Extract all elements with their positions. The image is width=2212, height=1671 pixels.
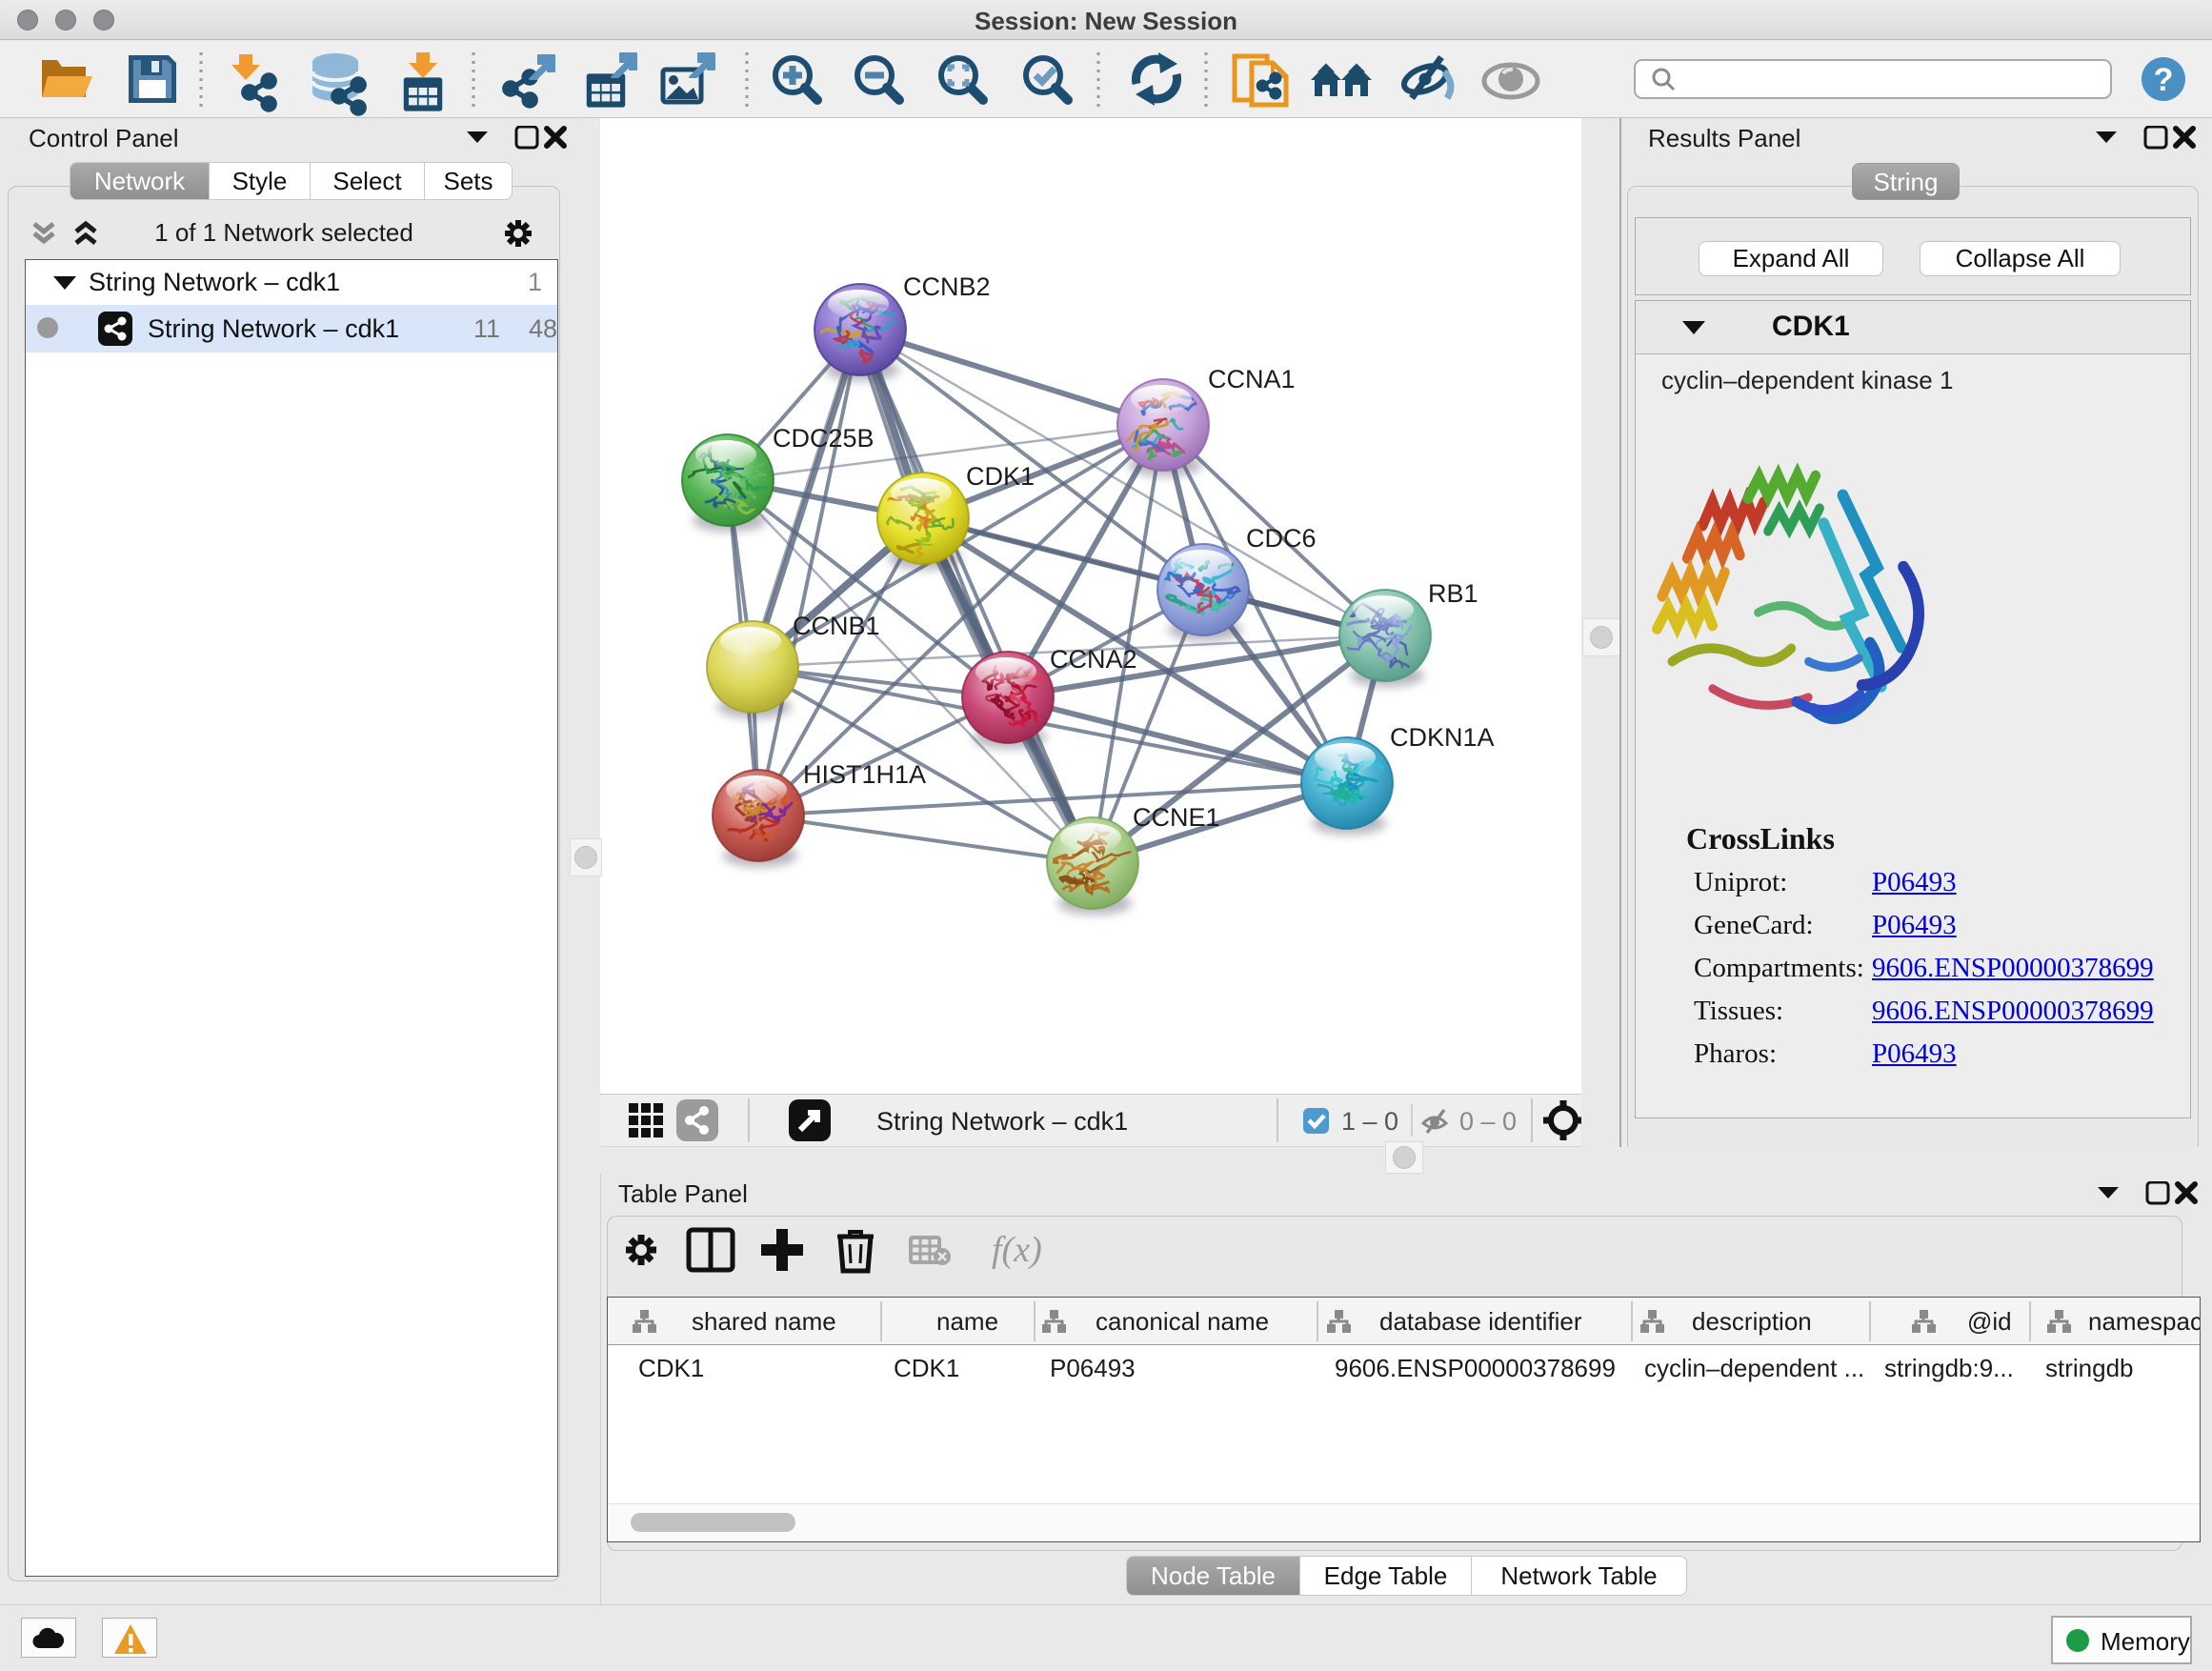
svg-text:CCNB1: CCNB1	[793, 612, 880, 640]
svg-text:CDKN1A: CDKN1A	[1390, 723, 1495, 752]
svg-text:CCNE1: CCNE1	[1133, 803, 1220, 832]
svg-text:P06493: P06493	[1050, 1354, 1136, 1382]
svg-text:CDC6: CDC6	[1246, 524, 1317, 553]
svg-text:stringdb: stringdb	[2045, 1354, 2134, 1382]
svg-text:String Network – cdk1: String Network – cdk1	[876, 1107, 1128, 1136]
svg-text:CDK1: CDK1	[894, 1354, 959, 1382]
svg-text:HIST1H1A: HIST1H1A	[803, 760, 926, 789]
svg-text:CCNA2: CCNA2	[1050, 645, 1137, 674]
svg-text:CDC25B: CDC25B	[773, 424, 875, 453]
svg-text:description: description	[1692, 1307, 1812, 1336]
svg-text:@id: @id	[1967, 1307, 2012, 1336]
svg-text:shared name: shared name	[692, 1307, 836, 1336]
svg-text:1 – 0: 1 – 0	[1341, 1107, 1398, 1136]
svg-text:CDK1: CDK1	[638, 1354, 704, 1382]
svg-text:RB1: RB1	[1428, 579, 1478, 608]
svg-text:canonical name: canonical name	[1096, 1307, 1269, 1336]
svg-text:cyclin–dependent ...: cyclin–dependent ...	[1644, 1354, 1864, 1382]
svg-text:CCNB2: CCNB2	[903, 272, 991, 301]
svg-text:9606.ENSP00000378699: 9606.ENSP00000378699	[1335, 1354, 1616, 1382]
svg-text:namespac: namespac	[2088, 1307, 2200, 1336]
svg-text:f(x): f(x)	[992, 1230, 1042, 1270]
svg-text:stringdb:9...: stringdb:9...	[1884, 1354, 2014, 1382]
svg-text:database identifier: database identifier	[1379, 1307, 1582, 1336]
svg-text:name: name	[936, 1307, 998, 1336]
svg-text:?: ?	[2154, 62, 2174, 98]
svg-text:CCNA1: CCNA1	[1208, 365, 1296, 393]
svg-text:0 – 0: 0 – 0	[1459, 1107, 1517, 1136]
svg-text:CDK1: CDK1	[966, 462, 1035, 491]
